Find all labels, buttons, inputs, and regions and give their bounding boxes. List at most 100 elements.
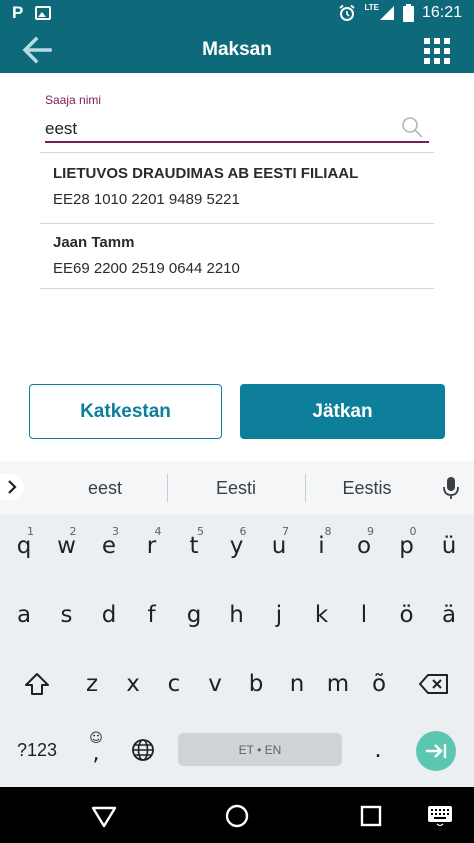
recipient-name: Jaan Tamm [53, 234, 135, 251]
key-label: v [208, 671, 222, 697]
key-label: s [60, 602, 73, 628]
key-r[interactable]: r4 [132, 519, 172, 573]
keyboard-icon[interactable] [428, 806, 452, 826]
grid-icon[interactable] [424, 38, 450, 64]
key-a[interactable]: a [4, 588, 44, 642]
key-label: f [147, 602, 156, 628]
page-title: Maksan [202, 39, 272, 60]
key-label: a [16, 602, 32, 628]
continue-button[interactable]: Jätkan [240, 384, 445, 439]
recipient-iban: EE69 2200 2519 0644 2210 [53, 260, 240, 277]
search-icon[interactable] [401, 116, 423, 138]
navigation-bar [0, 787, 474, 843]
key-label: n [289, 671, 305, 697]
numbers-key[interactable]: ?123 [9, 723, 65, 777]
key-j[interactable]: j [259, 588, 299, 642]
cancel-button[interactable]: Katkestan [29, 384, 222, 439]
enter-key[interactable] [416, 731, 456, 771]
key-ö[interactable]: ö [387, 588, 427, 642]
key-o[interactable]: o9 [344, 519, 384, 573]
period-key[interactable]: . [358, 723, 398, 777]
suggestion[interactable]: eest [40, 478, 170, 499]
nav-recents-icon[interactable] [358, 803, 384, 829]
key-hint: 2 [69, 525, 77, 538]
clock: 16:21 [421, 4, 462, 21]
key-õ[interactable]: õ [359, 657, 399, 711]
network-type: LTE [364, 3, 379, 12]
space-bar[interactable]: ET • EN [178, 733, 342, 766]
recipient-iban: EE28 1010 2201 9489 5221 [53, 191, 240, 208]
list-item[interactable]: Jaan Tamm EE69 2200 2519 0644 2210 [40, 224, 434, 289]
key-d[interactable]: d [89, 588, 129, 642]
key-label: c [167, 671, 181, 697]
key-label: b [248, 671, 264, 697]
key-hint: 7 [282, 525, 289, 538]
list-item[interactable]: LIETUVOS DRAUDIMAS AB EESTI FILIAAL EE28… [40, 152, 434, 224]
key-g[interactable]: g [174, 588, 214, 642]
key-label: õ [371, 671, 387, 697]
key-hint: 5 [197, 525, 204, 538]
signal-icon [379, 6, 394, 20]
key-hint: 4 [154, 525, 162, 538]
recipient-input[interactable] [45, 113, 429, 143]
nav-back-icon[interactable] [91, 803, 117, 829]
key-i[interactable]: i8 [302, 519, 342, 573]
recipient-name: LIETUVOS DRAUDIMAS AB EESTI FILIAAL [53, 165, 359, 182]
image-icon [35, 6, 52, 20]
key-ä[interactable]: ä [429, 588, 469, 642]
key-n[interactable]: n [277, 657, 317, 711]
key-label: h [229, 602, 244, 628]
key-ü[interactable]: ü [429, 519, 469, 573]
key-z[interactable]: z [72, 657, 112, 711]
key-label: ä [441, 602, 457, 628]
key-h[interactable]: h [217, 588, 257, 642]
key-u[interactable]: u7 [259, 519, 299, 573]
key-label: d [101, 602, 117, 628]
key-label: z [85, 671, 99, 697]
battery-icon [402, 4, 414, 22]
key-label: g [186, 602, 202, 628]
suggestion[interactable]: Eesti [170, 478, 302, 499]
key-m[interactable]: m [318, 657, 358, 711]
key-s[interactable]: s [47, 588, 87, 642]
key-hint: 1 [27, 525, 34, 538]
key-p[interactable]: p0 [387, 519, 427, 573]
key-l[interactable]: l [344, 588, 384, 642]
suggestion[interactable]: Eestis [302, 478, 432, 499]
key-hint: 0 [409, 525, 417, 538]
p-app-icon: P [12, 3, 24, 22]
key-hint: 9 [367, 525, 374, 538]
key-label: l [360, 602, 368, 628]
keyboard: eest Eesti Eestis q1w2e3r4t5y6u7i8o9p0ü … [0, 461, 474, 787]
key-v[interactable]: v [195, 657, 235, 711]
key-c[interactable]: c [154, 657, 194, 711]
key-label: x [126, 671, 140, 697]
suggestion-strip: eest Eesti Eestis [0, 461, 474, 514]
key-hint: 3 [112, 525, 119, 538]
key-t[interactable]: t5 [174, 519, 214, 573]
key-label: ü [441, 533, 457, 559]
chevron-right-icon[interactable] [0, 474, 24, 500]
backspace-key[interactable] [412, 657, 456, 711]
key-w[interactable]: w2 [47, 519, 87, 573]
comma-key[interactable]: ☺ , [76, 723, 116, 777]
microphone-icon[interactable] [443, 476, 459, 500]
key-q[interactable]: q1 [4, 519, 44, 573]
key-e[interactable]: e3 [89, 519, 129, 573]
shift-key[interactable] [17, 657, 57, 711]
key-y[interactable]: y6 [217, 519, 257, 573]
divider [167, 474, 168, 502]
alarm-icon [339, 4, 356, 21]
key-b[interactable]: b [236, 657, 276, 711]
key-f[interactable]: f [132, 588, 172, 642]
app-bar: Maksan [0, 27, 474, 73]
key-hint: 8 [324, 525, 332, 538]
key-label: k [314, 602, 329, 628]
nav-home-icon[interactable] [224, 803, 250, 829]
key-x[interactable]: x [113, 657, 153, 711]
key-k[interactable]: k [302, 588, 342, 642]
recipient-label: Saaja nimi [45, 93, 102, 107]
globe-icon[interactable] [123, 723, 163, 777]
key-label: m [326, 671, 350, 697]
key-label: j [275, 602, 283, 628]
